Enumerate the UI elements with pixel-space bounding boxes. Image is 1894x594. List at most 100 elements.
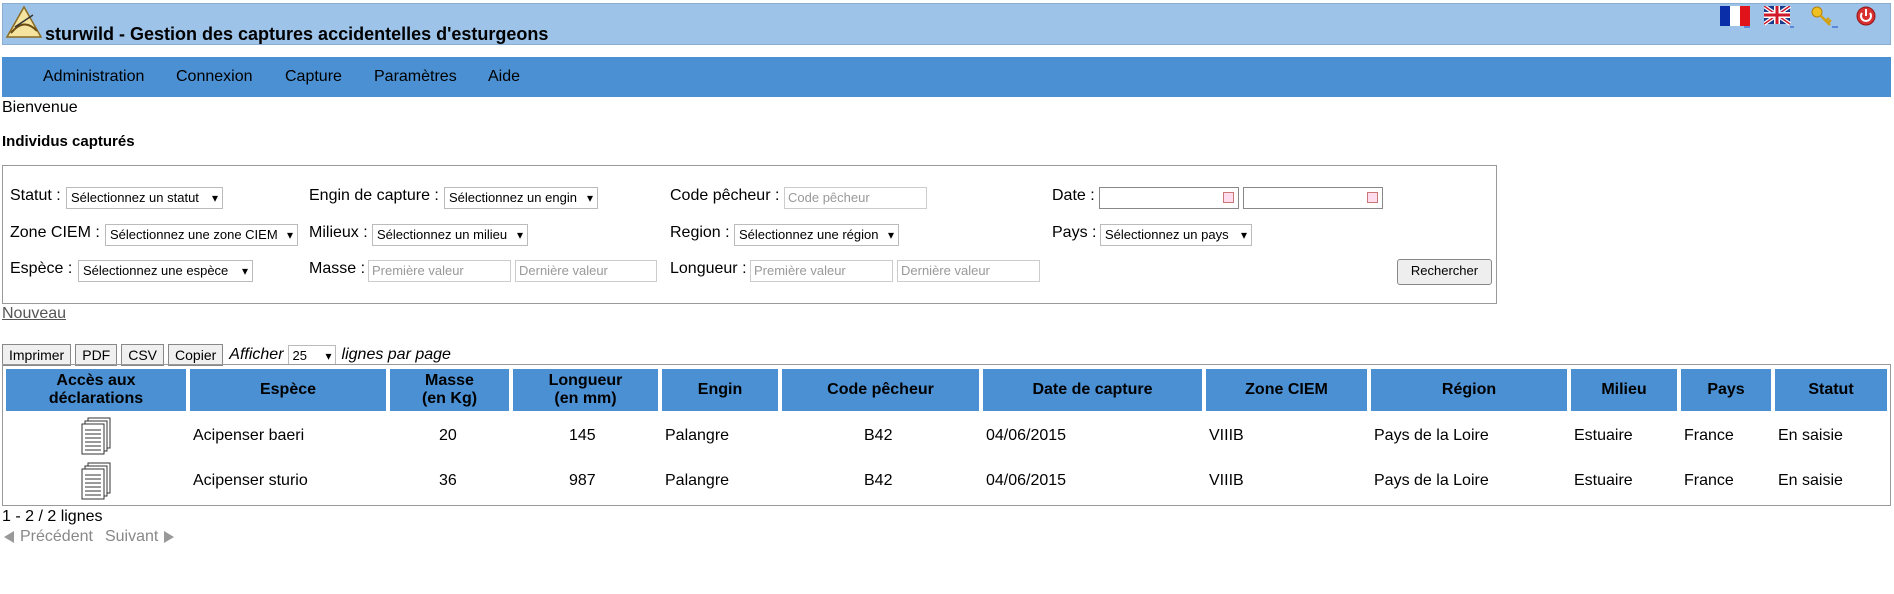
- cell-pays: France: [1684, 472, 1734, 489]
- header-date-capture[interactable]: Date de capture: [983, 369, 1202, 411]
- engin-label: Engin de capture :: [309, 187, 439, 204]
- statut-label: Statut :: [10, 187, 61, 204]
- sturgeon-logo-icon: [5, 5, 43, 38]
- header-acces-line1: Accès aux: [56, 372, 136, 389]
- pays-label: Pays :: [1052, 224, 1097, 241]
- menu-administration[interactable]: Administration: [43, 68, 144, 86]
- row-count: 1 - 2 / 2 lignes: [2, 508, 103, 525]
- flag-uk-icon[interactable]: [1764, 6, 1794, 28]
- header-statut[interactable]: Statut: [1775, 369, 1887, 411]
- app-title: sturwild - Gestion des captures accident…: [45, 24, 549, 44]
- masse-max-input[interactable]: Dernière valeur: [515, 260, 657, 282]
- milieux-label: Milieux :: [309, 224, 368, 241]
- cell-masse: 36: [439, 472, 457, 489]
- search-button[interactable]: Rechercher: [1397, 259, 1492, 285]
- cell-date: 04/06/2015: [986, 427, 1067, 444]
- main-menu: Administration Connexion Capture Paramèt…: [2, 57, 1891, 97]
- longueur-min-input[interactable]: Première valeur: [750, 260, 893, 282]
- masse-label: Masse :: [309, 260, 366, 277]
- zone-ciem-select[interactable]: Sélectionnez une zone CIEM: [105, 224, 298, 246]
- date-from-input[interactable]: [1099, 187, 1239, 209]
- calendar-icon[interactable]: [1367, 192, 1378, 203]
- header-masse[interactable]: Masse (en Kg): [390, 369, 509, 411]
- cell-milieu: Estuaire: [1574, 427, 1633, 444]
- header-icons: [1720, 6, 1882, 28]
- key-icon[interactable]: [1808, 6, 1838, 28]
- region-label: Region :: [670, 224, 730, 241]
- statut-select[interactable]: Sélectionnez un statut: [66, 187, 223, 209]
- milieux-select[interactable]: Sélectionnez un milieu: [372, 224, 528, 246]
- pdf-button[interactable]: PDF: [75, 344, 118, 366]
- header-region[interactable]: Région: [1371, 369, 1567, 411]
- menu-connexion[interactable]: Connexion: [176, 68, 253, 86]
- cell-masse: 20: [439, 427, 457, 444]
- code-pecheur-label: Code pêcheur :: [670, 187, 780, 204]
- header-engin[interactable]: Engin: [662, 369, 778, 411]
- pagination: Précédent Suivant: [4, 528, 175, 546]
- espece-label: Espèce :: [10, 260, 73, 277]
- cell-region: Pays de la Loire: [1374, 472, 1489, 489]
- cell-region: Pays de la Loire: [1374, 427, 1489, 444]
- zone-ciem-label: Zone CIEM :: [10, 224, 100, 241]
- csv-button[interactable]: CSV: [121, 344, 165, 366]
- header-code-pecheur[interactable]: Code pêcheur: [782, 369, 979, 411]
- longueur-label: Longueur :: [670, 260, 747, 277]
- pays-select[interactable]: Sélectionnez un pays: [1100, 224, 1252, 246]
- date-label: Date :: [1052, 187, 1095, 204]
- cell-zone: VIIIB: [1209, 427, 1244, 444]
- header-espece[interactable]: Espèce: [190, 369, 386, 411]
- cell-zone: VIIIB: [1209, 472, 1244, 489]
- masse-min-input[interactable]: Première valeur: [368, 260, 511, 282]
- menu-parametres[interactable]: Paramètres: [374, 68, 457, 86]
- date-to-input[interactable]: [1243, 187, 1383, 209]
- header-longueur-line2: (en mm): [554, 390, 617, 407]
- header-zone-ciem[interactable]: Zone CIEM: [1206, 369, 1367, 411]
- espece-select[interactable]: Sélectionnez une espèce: [78, 260, 253, 282]
- region-select[interactable]: Sélectionnez une région: [734, 224, 899, 246]
- calendar-icon[interactable]: [1223, 192, 1234, 203]
- cell-engin: Palangre: [665, 472, 730, 489]
- document-icon[interactable]: [81, 462, 113, 502]
- cell-code: B42: [864, 472, 893, 489]
- lines-per-page-select[interactable]: 25: [287, 345, 336, 366]
- captures-table: Accès aux déclarations Espèce Masse (en Kg…: [2, 364, 1891, 506]
- cell-code: B42: [864, 427, 893, 444]
- menu-capture[interactable]: Capture: [285, 68, 342, 86]
- cell-engin: Palangre: [665, 427, 730, 444]
- header-pays[interactable]: Pays: [1681, 369, 1771, 411]
- print-button[interactable]: Imprimer: [2, 344, 72, 366]
- flag-fr-icon[interactable]: [1720, 6, 1750, 28]
- cell-longueur: 145: [569, 427, 596, 444]
- code-pecheur-input[interactable]: Code pêcheur: [784, 187, 927, 209]
- app-header: sturwild - Gestion des captures accident…: [2, 3, 1891, 45]
- next-arrow-icon[interactable]: [164, 531, 175, 543]
- header-masse-line2: (en Kg): [421, 390, 478, 407]
- welcome-text: Bienvenue: [2, 99, 78, 116]
- cell-statut: En saisie: [1778, 427, 1843, 444]
- engin-select[interactable]: Sélectionnez un engin: [444, 187, 598, 209]
- header-longueur-line1: Longueur: [548, 372, 623, 389]
- document-icon[interactable]: [81, 417, 113, 457]
- header-masse-line1: Masse: [425, 372, 474, 389]
- cell-date: 04/06/2015: [986, 472, 1067, 489]
- search-filters: Statut : Sélectionnez un statut Engin de…: [2, 165, 1497, 304]
- lines-per-page-label: lignes par page: [341, 346, 451, 363]
- power-icon[interactable]: [1852, 6, 1882, 28]
- header-milieu[interactable]: Milieu: [1571, 369, 1677, 411]
- header-acces[interactable]: Accès aux déclarations: [6, 369, 186, 411]
- cell-statut: En saisie: [1778, 472, 1843, 489]
- menu-aide[interactable]: Aide: [488, 68, 520, 86]
- new-capture-link[interactable]: Nouveau: [2, 305, 66, 323]
- copy-button[interactable]: Copier: [168, 344, 224, 366]
- section-title: Individus capturés: [2, 133, 135, 150]
- cell-espece: Acipenser sturio: [193, 472, 308, 489]
- afficher-label: Afficher: [229, 346, 284, 363]
- header-acces-line2: déclarations: [48, 390, 144, 407]
- previous-arrow-icon[interactable]: [4, 531, 14, 543]
- header-longueur[interactable]: Longueur (en mm): [513, 369, 658, 411]
- cell-milieu: Estuaire: [1574, 472, 1633, 489]
- table-toolbar: Imprimer PDF CSV Copier Afficher 25 lign…: [2, 344, 451, 366]
- previous-link[interactable]: Précédent: [20, 528, 93, 546]
- longueur-max-input[interactable]: Dernière valeur: [897, 260, 1040, 282]
- next-link[interactable]: Suivant: [105, 528, 158, 546]
